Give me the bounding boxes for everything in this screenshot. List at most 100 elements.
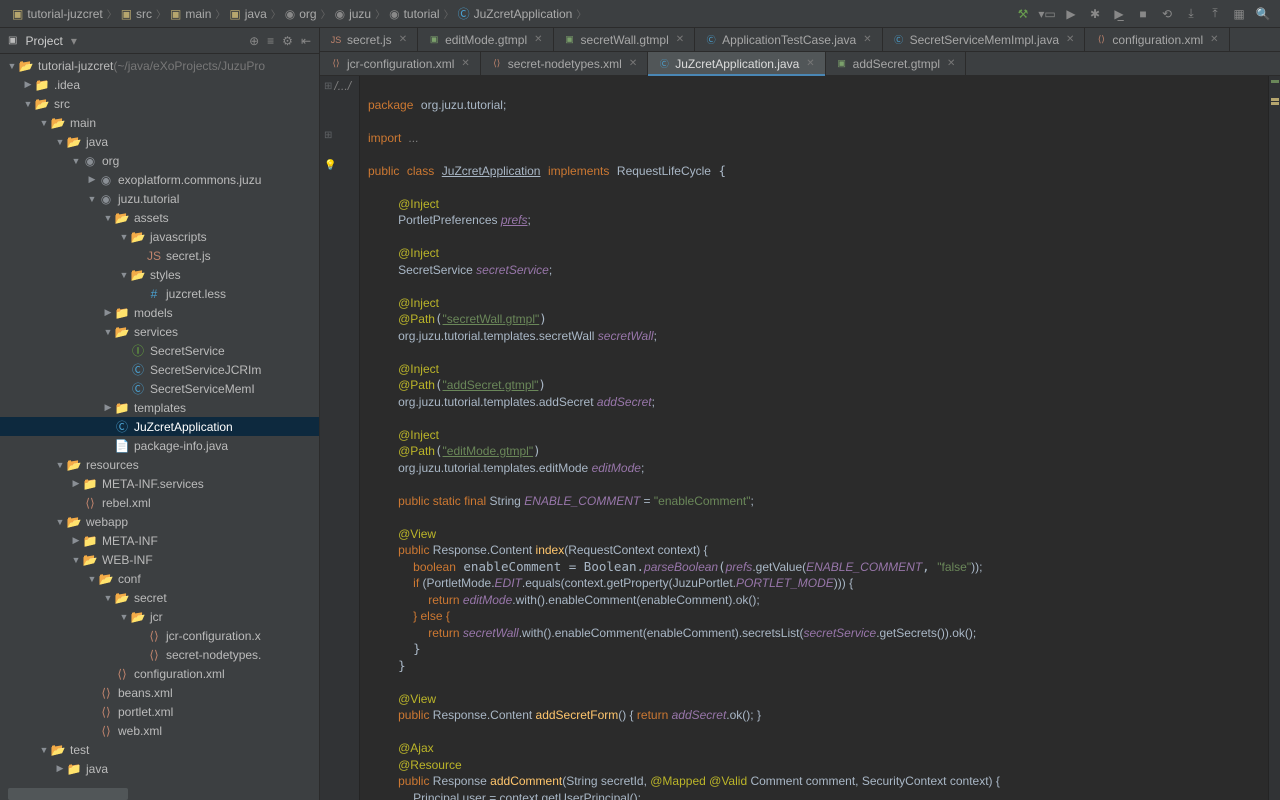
expand-arrow-icon[interactable]: ▼ bbox=[38, 745, 50, 755]
tree-item[interactable]: ⟨⟩portlet.xml bbox=[0, 702, 319, 721]
vcs-commit-icon[interactable]: ⤒ bbox=[1206, 5, 1224, 23]
close-icon[interactable]: ✕ bbox=[676, 34, 684, 45]
tree-item[interactable]: ▼◉org bbox=[0, 151, 319, 170]
close-icon[interactable]: ✕ bbox=[947, 58, 955, 69]
tree-item[interactable]: ▼◉juzu.tutorial bbox=[0, 189, 319, 208]
project-tree[interactable]: ▼📂tutorial-juzcret (~/java/eXoProjects/J… bbox=[0, 54, 319, 784]
tree-item[interactable]: ▼📂secret bbox=[0, 588, 319, 607]
tree-item[interactable]: ▶📁.idea bbox=[0, 75, 319, 94]
tree-item[interactable]: ⟨⟩beans.xml bbox=[0, 683, 319, 702]
expand-arrow-icon[interactable]: ▼ bbox=[38, 118, 50, 128]
expand-arrow-icon[interactable]: ▼ bbox=[118, 232, 130, 242]
expand-arrow-icon[interactable]: ▼ bbox=[118, 612, 130, 622]
expand-arrow-icon[interactable]: ▼ bbox=[118, 270, 130, 280]
close-icon[interactable]: ✕ bbox=[863, 34, 871, 45]
expand-arrow-icon[interactable]: ▼ bbox=[102, 327, 114, 337]
editor-tab[interactable]: ⒸApplicationTestCase.java✕ bbox=[695, 28, 882, 51]
breadcrumb-item[interactable]: ◉tutorial bbox=[385, 7, 444, 21]
expand-arrow-icon[interactable]: ▼ bbox=[54, 517, 66, 527]
tree-item[interactable]: ▼📂WEB-INF bbox=[0, 550, 319, 569]
vcs-update-icon[interactable]: ⤓ bbox=[1182, 5, 1200, 23]
editor-tab[interactable]: ⒸJuZcretApplication.java✕ bbox=[648, 52, 825, 75]
tree-item[interactable]: ▶📁templates bbox=[0, 398, 319, 417]
tree-item[interactable]: ⟨⟩web.xml bbox=[0, 721, 319, 740]
tree-item[interactable]: ▼📂conf bbox=[0, 569, 319, 588]
editor-tab[interactable]: ⟨⟩jcr-configuration.xml✕ bbox=[320, 52, 481, 75]
expand-arrow-icon[interactable]: ▶ bbox=[70, 535, 82, 546]
tree-item[interactable]: ▼📂src bbox=[0, 94, 319, 113]
tree-item[interactable]: ⒾSecretService bbox=[0, 341, 319, 360]
breadcrumb-item[interactable]: ▣main bbox=[166, 7, 215, 21]
expand-arrow-icon[interactable]: ▼ bbox=[6, 61, 18, 71]
tree-item[interactable]: ▶◉exoplatform.commons.juzu bbox=[0, 170, 319, 189]
expand-arrow-icon[interactable]: ▼ bbox=[102, 593, 114, 603]
expand-arrow-icon[interactable]: ▼ bbox=[54, 460, 66, 470]
tree-item[interactable]: JSsecret.js bbox=[0, 246, 319, 265]
run-icon[interactable]: ▶ bbox=[1062, 5, 1080, 23]
tree-item[interactable]: #juzcret.less bbox=[0, 284, 319, 303]
expand-arrow-icon[interactable]: ▶ bbox=[70, 478, 82, 489]
editor-tab[interactable]: ⟨⟩secret-nodetypes.xml✕ bbox=[481, 52, 648, 75]
build-icon[interactable]: ⚒ bbox=[1014, 5, 1032, 23]
expand-arrow-icon[interactable]: ▶ bbox=[102, 307, 114, 318]
tree-item[interactable]: ▼📂test bbox=[0, 740, 319, 759]
gear-icon[interactable]: ⚙ bbox=[282, 34, 293, 48]
close-icon[interactable]: ✕ bbox=[1210, 34, 1218, 45]
breadcrumb-item[interactable]: ▣src bbox=[117, 7, 156, 21]
tree-item[interactable]: ⟨⟩configuration.xml bbox=[0, 664, 319, 683]
tree-item[interactable]: ⒸSecretServiceJCRIm bbox=[0, 360, 319, 379]
search-icon[interactable]: 🔍 bbox=[1254, 5, 1272, 23]
tree-item[interactable]: ▼📂main bbox=[0, 113, 319, 132]
tree-item[interactable]: ▶📁models bbox=[0, 303, 319, 322]
config-dropdown[interactable]: ▾▭ bbox=[1038, 5, 1056, 23]
editor-tab[interactable]: ⒸSecretServiceMemImpl.java✕ bbox=[883, 28, 1086, 51]
tree-item[interactable]: ⟨⟩secret-nodetypes. bbox=[0, 645, 319, 664]
tree-item[interactable]: ⒸSecretServiceMemI bbox=[0, 379, 319, 398]
horizontal-scrollbar[interactable] bbox=[8, 788, 128, 800]
expand-arrow-icon[interactable]: ▼ bbox=[22, 99, 34, 109]
tree-item[interactable]: ▼📂java bbox=[0, 132, 319, 151]
tree-item[interactable]: ▼📂services bbox=[0, 322, 319, 341]
tree-item[interactable]: ▼📂javascripts bbox=[0, 227, 319, 246]
expand-arrow-icon[interactable]: ▼ bbox=[70, 156, 82, 166]
editor-error-stripe[interactable] bbox=[1268, 76, 1280, 800]
code-editor[interactable]: package org.juzu.tutorial; import ... pu… bbox=[360, 76, 1268, 800]
tree-item[interactable]: ▼📂webapp bbox=[0, 512, 319, 531]
expand-arrow-icon[interactable]: ▶ bbox=[86, 174, 98, 185]
tree-item[interactable]: 📄package-info.java bbox=[0, 436, 319, 455]
tree-item[interactable]: ▼📂assets bbox=[0, 208, 319, 227]
expand-arrow-icon[interactable]: ▼ bbox=[70, 555, 82, 565]
breadcrumb-item[interactable]: ⒸJuZcretApplication bbox=[454, 5, 577, 22]
editor-tab[interactable]: ▣editMode.gtmpl✕ bbox=[418, 28, 553, 51]
expand-arrow-icon[interactable]: ▼ bbox=[102, 213, 114, 223]
tree-item[interactable]: ⟨⟩jcr-configuration.x bbox=[0, 626, 319, 645]
expand-arrow-icon[interactable]: ▼ bbox=[86, 574, 98, 584]
tree-item[interactable]: ▶📁java bbox=[0, 759, 319, 778]
expand-arrow-icon[interactable]: ▶ bbox=[54, 763, 66, 774]
scroll-from-source-icon[interactable]: ⊕ bbox=[249, 34, 259, 48]
structure-icon[interactable]: ▦ bbox=[1230, 5, 1248, 23]
breadcrumb-item[interactable]: ▣tutorial-juzcret bbox=[8, 7, 107, 21]
tree-item[interactable]: ▶📁META-INF bbox=[0, 531, 319, 550]
tree-item[interactable]: ▼📂jcr bbox=[0, 607, 319, 626]
tree-item[interactable]: ▼📂resources bbox=[0, 455, 319, 474]
stop-icon[interactable]: ■ bbox=[1134, 5, 1152, 23]
sync-icon[interactable]: ⟲ bbox=[1158, 5, 1176, 23]
editor-tab[interactable]: JSsecret.js✕ bbox=[320, 28, 418, 51]
breadcrumb-item[interactable]: ▣java bbox=[225, 7, 270, 21]
close-icon[interactable]: ✕ bbox=[629, 58, 637, 69]
close-icon[interactable]: ✕ bbox=[534, 34, 542, 45]
breadcrumb-item[interactable]: ◉org bbox=[281, 7, 321, 21]
debug-icon[interactable]: ✱ bbox=[1086, 5, 1104, 23]
expand-arrow-icon[interactable]: ▶ bbox=[102, 402, 114, 413]
expand-arrow-icon[interactable]: ▼ bbox=[54, 137, 66, 147]
tree-item[interactable]: ▼📂tutorial-juzcret (~/java/eXoProjects/J… bbox=[0, 56, 319, 75]
close-icon[interactable]: ✕ bbox=[806, 58, 814, 69]
coverage-icon[interactable]: ▶̲ bbox=[1110, 5, 1128, 23]
close-icon[interactable]: ✕ bbox=[461, 58, 469, 69]
editor-tab[interactable]: ▣secretWall.gtmpl✕ bbox=[554, 28, 696, 51]
editor-tab[interactable]: ⟨⟩configuration.xml✕ bbox=[1085, 28, 1229, 51]
close-icon[interactable]: ✕ bbox=[399, 34, 407, 45]
close-icon[interactable]: ✕ bbox=[1066, 34, 1074, 45]
tree-item[interactable]: ⟨⟩rebel.xml bbox=[0, 493, 319, 512]
